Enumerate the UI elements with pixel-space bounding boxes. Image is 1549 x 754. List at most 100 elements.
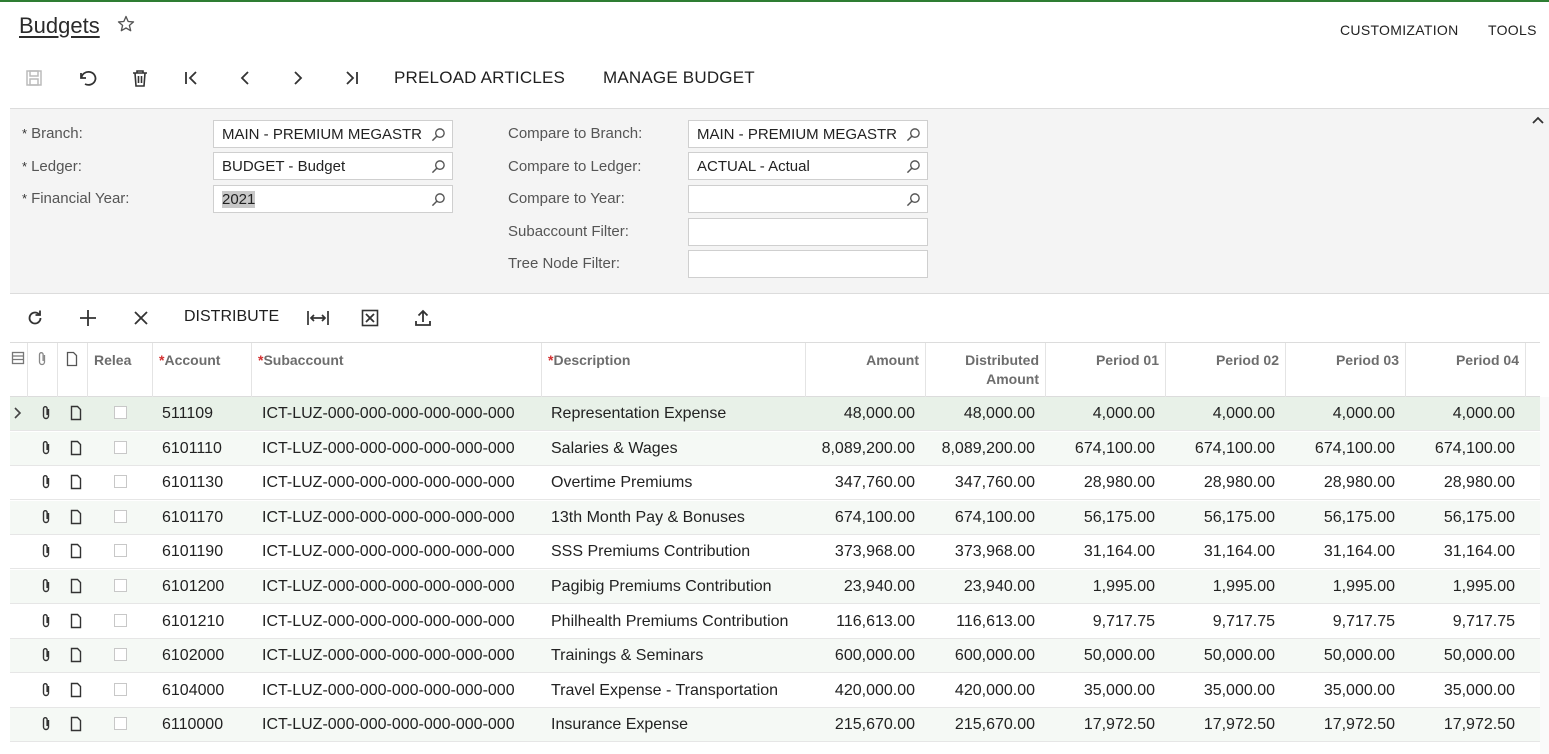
undo-icon[interactable] xyxy=(76,67,98,89)
attachment-icon[interactable] xyxy=(38,543,54,559)
table-row[interactable]: 6101170 ICT-LUZ-000-000-000-000-000-000 13… xyxy=(10,500,1540,535)
cell-period-01[interactable]: 17,972.50 xyxy=(1046,716,1155,734)
search-icon[interactable] xyxy=(431,127,446,142)
cell-subaccount[interactable]: ICT-LUZ-000-000-000-000-000-000 xyxy=(262,716,542,734)
delete-icon[interactable] xyxy=(129,67,151,89)
table-row[interactable]: 511109 ICT-LUZ-000-000-000-000-000-000 Rep… xyxy=(10,397,1540,431)
fit-columns-icon[interactable] xyxy=(307,307,329,329)
cell-amount[interactable]: 373,968.00 xyxy=(806,543,915,561)
customization-menu[interactable]: CUSTOMIZATION xyxy=(1340,22,1459,38)
cell-account[interactable]: 6101200 xyxy=(162,578,252,596)
cell-distributed-amount[interactable]: 8,089,200.00 xyxy=(926,440,1035,458)
cell-amount[interactable]: 215,670.00 xyxy=(806,716,915,734)
distribute-button[interactable]: DISTRIBUTE xyxy=(184,308,279,326)
cell-distributed-amount[interactable]: 48,000.00 xyxy=(926,405,1035,423)
table-row[interactable]: 6104000 ICT-LUZ-000-000-000-000-000-000 Tr… xyxy=(10,674,1540,708)
cell-description[interactable]: Trainings & Seminars xyxy=(551,647,801,665)
column-period-03[interactable]: Period 03 xyxy=(1286,343,1406,397)
cell-description[interactable]: Pagibig Premiums Contribution xyxy=(551,578,801,596)
cell-subaccount[interactable]: ICT-LUZ-000-000-000-000-000-000 xyxy=(262,405,542,423)
cell-period-02[interactable]: 674,100.00 xyxy=(1166,440,1275,458)
cell-subaccount[interactable]: ICT-LUZ-000-000-000-000-000-000 xyxy=(262,613,542,631)
search-icon[interactable] xyxy=(906,192,921,207)
table-row[interactable]: 6101130 ICT-LUZ-000-000-000-000-000-000 Ov… xyxy=(10,466,1540,501)
cell-period-04[interactable]: 31,164.00 xyxy=(1406,543,1515,561)
attachment-icon[interactable] xyxy=(38,474,54,490)
cell-period-02[interactable]: 56,175.00 xyxy=(1166,509,1275,527)
cell-description[interactable]: Salaries & Wages xyxy=(551,440,801,458)
cell-period-04[interactable]: 17,972.50 xyxy=(1406,716,1515,734)
cell-description[interactable]: 13th Month Pay & Bonuses xyxy=(551,509,801,527)
column-period-01[interactable]: Period 01 xyxy=(1046,343,1166,397)
cell-period-01[interactable]: 50,000.00 xyxy=(1046,647,1155,665)
export-excel-icon[interactable] xyxy=(359,307,381,329)
cell-amount[interactable]: 600,000.00 xyxy=(806,647,915,665)
cell-period-01[interactable]: 9,717.75 xyxy=(1046,613,1155,631)
cell-subaccount[interactable]: ICT-LUZ-000-000-000-000-000-000 xyxy=(262,440,542,458)
financial-year-field[interactable]: 2021 xyxy=(213,185,453,213)
cell-period-04[interactable]: 50,000.00 xyxy=(1406,647,1515,665)
note-icon[interactable] xyxy=(68,578,84,594)
cell-description[interactable]: Overtime Premiums xyxy=(551,474,801,492)
cell-period-02[interactable]: 17,972.50 xyxy=(1166,716,1275,734)
column-released[interactable]: Relea xyxy=(88,343,153,397)
column-description[interactable]: *Description xyxy=(542,343,806,397)
cell-description[interactable]: Insurance Expense xyxy=(551,716,801,734)
released-checkbox[interactable] xyxy=(114,682,127,696)
cell-account[interactable]: 6104000 xyxy=(162,682,252,700)
released-checkbox[interactable] xyxy=(114,475,127,489)
cell-period-01[interactable]: 31,164.00 xyxy=(1046,543,1155,561)
add-row-icon[interactable] xyxy=(77,307,99,329)
cell-period-03[interactable]: 56,175.00 xyxy=(1286,509,1395,527)
released-checkbox[interactable] xyxy=(114,440,127,454)
cell-subaccount[interactable]: ICT-LUZ-000-000-000-000-000-000 xyxy=(262,682,542,700)
column-period-02[interactable]: Period 02 xyxy=(1166,343,1286,397)
previous-record-icon[interactable] xyxy=(234,67,256,89)
released-checkbox[interactable] xyxy=(114,544,127,558)
branch-field[interactable]: MAIN - PREMIUM MEGASTR xyxy=(213,120,453,148)
cell-account[interactable]: 6101110 xyxy=(162,440,252,458)
table-row[interactable]: 6101190 ICT-LUZ-000-000-000-000-000-000 SS… xyxy=(10,535,1540,570)
cell-period-04[interactable]: 674,100.00 xyxy=(1406,440,1515,458)
cell-period-03[interactable]: 31,164.00 xyxy=(1286,543,1395,561)
cell-period-03[interactable]: 28,980.00 xyxy=(1286,474,1395,492)
note-icon[interactable] xyxy=(68,613,84,629)
preload-articles-button[interactable]: PRELOAD ARTICLES xyxy=(394,68,565,88)
attachment-icon[interactable] xyxy=(38,613,54,629)
table-row[interactable]: 6110000 ICT-LUZ-000-000-000-000-000-000 In… xyxy=(10,708,1540,743)
cell-period-02[interactable]: 4,000.00 xyxy=(1166,405,1275,423)
attachment-icon[interactable] xyxy=(38,509,54,525)
favorite-star-icon[interactable] xyxy=(116,14,136,34)
released-checkbox[interactable] xyxy=(114,717,127,731)
compare-branch-field[interactable]: MAIN - PREMIUM MEGASTR xyxy=(688,120,928,148)
cell-distributed-amount[interactable]: 23,940.00 xyxy=(926,578,1035,596)
note-icon[interactable] xyxy=(68,509,84,525)
column-settings-icon[interactable] xyxy=(10,343,28,397)
cell-amount[interactable]: 116,613.00 xyxy=(806,613,915,631)
attachment-icon[interactable] xyxy=(38,578,54,594)
table-row[interactable]: 6101210 ICT-LUZ-000-000-000-000-000-000 Ph… xyxy=(10,605,1540,639)
search-icon[interactable] xyxy=(431,192,446,207)
note-icon[interactable] xyxy=(68,543,84,559)
cell-subaccount[interactable]: ICT-LUZ-000-000-000-000-000-000 xyxy=(262,647,542,665)
cell-amount[interactable]: 347,760.00 xyxy=(806,474,915,492)
search-icon[interactable] xyxy=(906,127,921,142)
table-row[interactable]: 6101110 ICT-LUZ-000-000-000-000-000-000 Sa… xyxy=(10,431,1540,466)
released-checkbox[interactable] xyxy=(114,509,127,523)
cell-period-04[interactable]: 1,995.00 xyxy=(1406,578,1515,596)
note-icon[interactable] xyxy=(68,682,84,698)
cell-amount[interactable]: 420,000.00 xyxy=(806,682,915,700)
cell-period-04[interactable]: 4,000.00 xyxy=(1406,405,1515,423)
cell-subaccount[interactable]: ICT-LUZ-000-000-000-000-000-000 xyxy=(262,474,542,492)
row-selector-chevron-icon[interactable] xyxy=(13,406,23,420)
cell-distributed-amount[interactable]: 674,100.00 xyxy=(926,509,1035,527)
cell-distributed-amount[interactable]: 347,760.00 xyxy=(926,474,1035,492)
column-period-04[interactable]: Period 04 xyxy=(1406,343,1526,397)
cell-period-01[interactable]: 1,995.00 xyxy=(1046,578,1155,596)
cell-distributed-amount[interactable]: 420,000.00 xyxy=(926,682,1035,700)
cell-period-01[interactable]: 674,100.00 xyxy=(1046,440,1155,458)
cell-account[interactable]: 6101190 xyxy=(162,543,252,561)
attachment-icon[interactable] xyxy=(38,682,54,698)
delete-row-icon[interactable] xyxy=(130,307,152,329)
column-account[interactable]: *Account xyxy=(153,343,252,397)
